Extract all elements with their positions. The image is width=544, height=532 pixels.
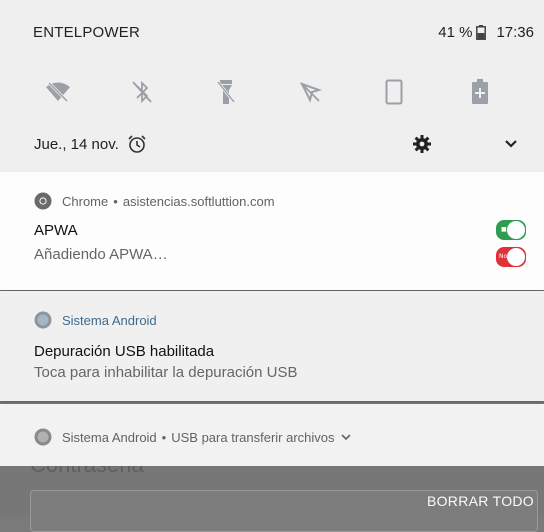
chevron-down-icon[interactable] bbox=[502, 136, 520, 152]
notification-title: APWA bbox=[34, 222, 78, 239]
battery-saver-icon[interactable] bbox=[460, 72, 500, 112]
wifi-off-icon[interactable] bbox=[38, 72, 78, 112]
notification-app-row: Sistema Android bbox=[34, 311, 157, 329]
notification-title: Depuración USB habilitada bbox=[34, 343, 215, 360]
quick-settings-row bbox=[0, 72, 544, 122]
android-system-icon bbox=[34, 428, 52, 446]
status-right: 41 % 17:36 bbox=[438, 24, 534, 41]
notification-chrome[interactable]: Chrome • asistencias.softluttion.com APW… bbox=[0, 172, 544, 290]
clock: 17:36 bbox=[496, 24, 534, 41]
notification-app-name: Sistema Android bbox=[62, 429, 157, 445]
notification-subtext: asistencias.softluttion.com bbox=[122, 193, 275, 209]
shade-header-row: Jue., 14 nov. bbox=[0, 122, 544, 168]
expand-chevron-icon[interactable] bbox=[340, 432, 352, 442]
location-off-icon[interactable] bbox=[290, 72, 330, 112]
notification-usb-transfer[interactable]: Sistema Android • USB para transferir ar… bbox=[0, 404, 544, 466]
chrome-icon bbox=[34, 192, 52, 210]
auto-rotate-icon[interactable] bbox=[374, 72, 414, 112]
notification-subtext: USB para transferir archivos bbox=[171, 429, 335, 445]
toggle-off-icon[interactable]: No bbox=[496, 247, 526, 267]
date-label: Jue., 14 nov. bbox=[34, 136, 119, 153]
battery-icon bbox=[476, 25, 487, 40]
notification-app-name: Sistema Android bbox=[62, 312, 157, 328]
battery-percentage: 41 % bbox=[438, 24, 473, 41]
clear-all-button[interactable]: BORRAR TODO bbox=[427, 493, 534, 509]
notification-app-name: Chrome bbox=[62, 193, 109, 209]
notification-app-row: Chrome • asistencias.softluttion.com bbox=[34, 192, 275, 210]
notification-app-row: Sistema Android • USB para transferir ar… bbox=[34, 428, 352, 446]
notification-text: Añadiendo APWA… bbox=[34, 246, 168, 263]
carrier-name: ENTELPOWER bbox=[33, 24, 141, 41]
separator-dot: • bbox=[113, 193, 118, 209]
alarm-clock-icon[interactable] bbox=[127, 134, 147, 154]
notification-text: Toca para inhabilitar la depuración USB bbox=[34, 364, 298, 381]
bluetooth-off-icon[interactable] bbox=[122, 72, 162, 112]
notification-usb-debugging[interactable]: Sistema Android Depuración USB habilitad… bbox=[0, 291, 544, 401]
toggle-on-icon[interactable]: ■ bbox=[496, 220, 526, 240]
status-bar: ENTELPOWER 41 % 17:36 bbox=[0, 0, 544, 60]
flashlight-off-icon[interactable] bbox=[206, 72, 246, 112]
separator-dot: • bbox=[161, 429, 167, 445]
notification-shade: ENTELPOWER 41 % 17:36 Jue., 14 nov. bbox=[0, 0, 544, 172]
android-system-icon bbox=[34, 311, 52, 329]
gear-icon[interactable] bbox=[412, 134, 432, 154]
